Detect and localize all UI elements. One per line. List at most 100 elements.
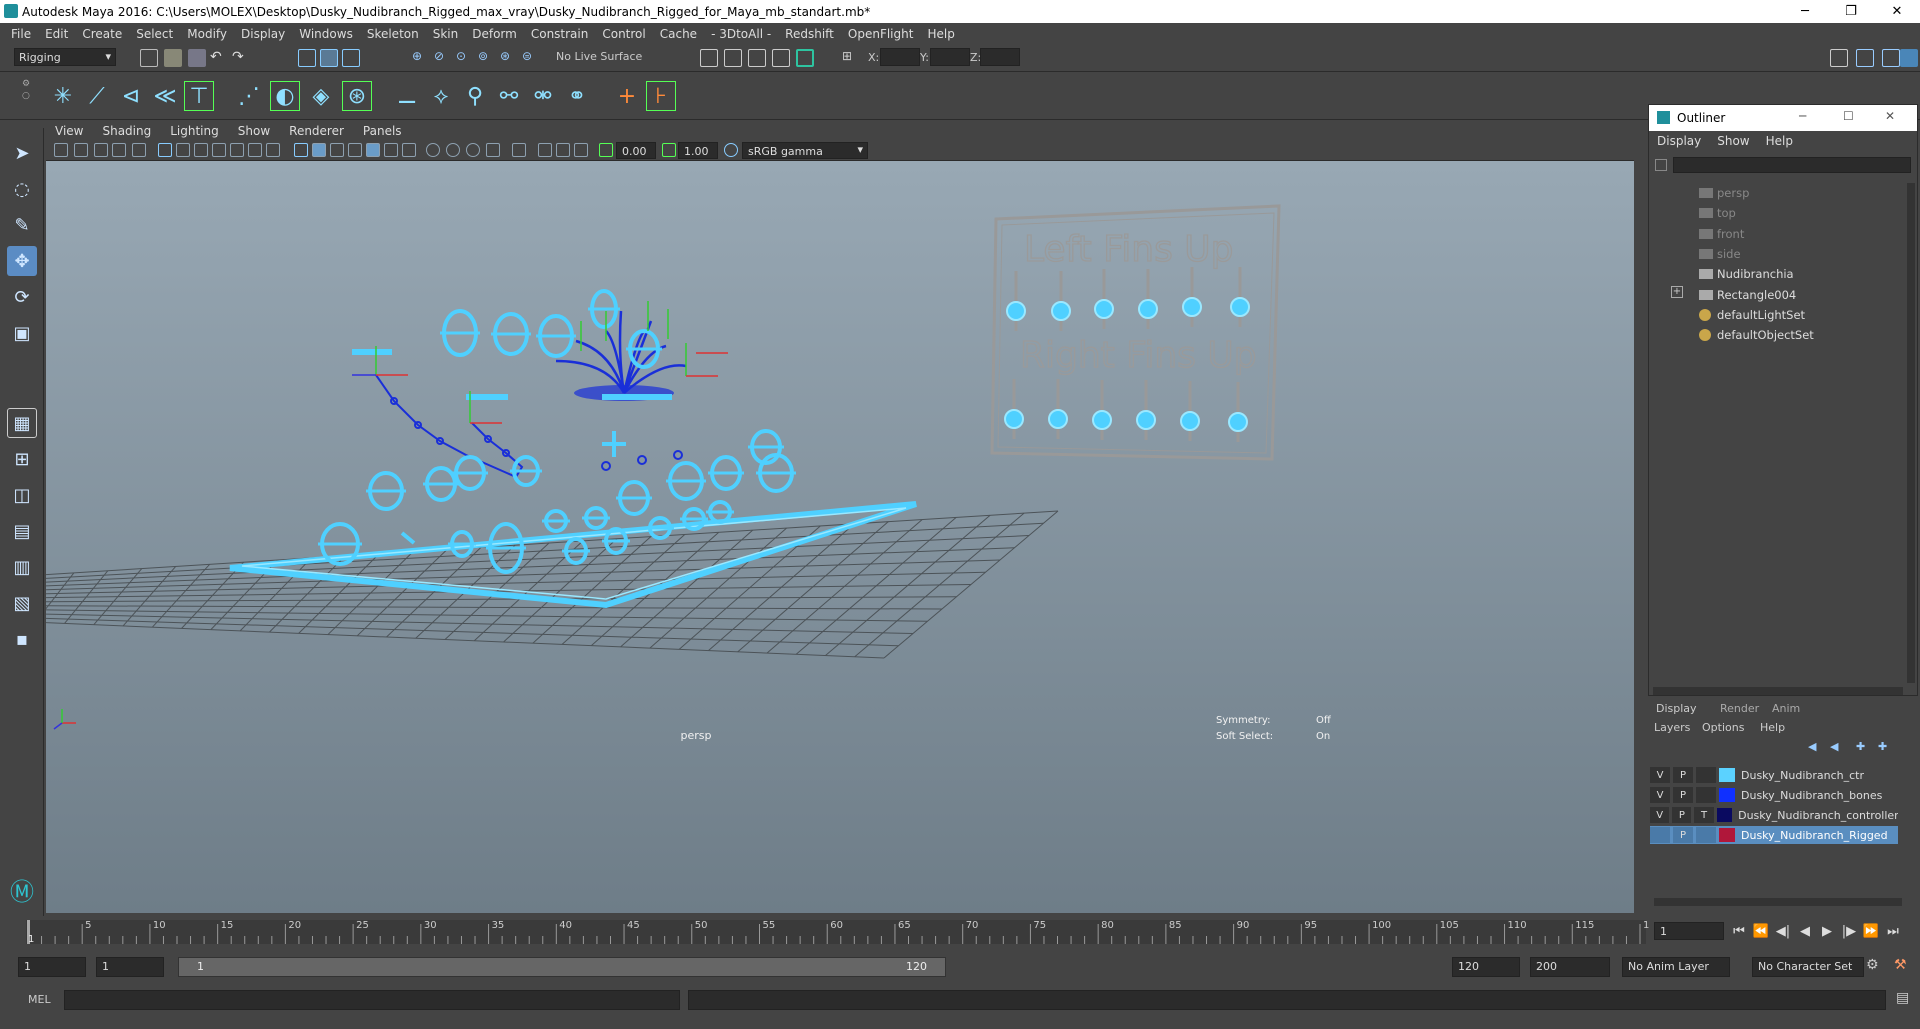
outliner-menu-show[interactable]: Show [1717, 134, 1765, 148]
motion-blur-icon[interactable] [446, 143, 460, 157]
outliner-close-button[interactable]: ✕ [1885, 109, 1895, 123]
outliner-search-input[interactable] [1673, 157, 1911, 173]
render-current-icon[interactable] [724, 49, 742, 67]
menu-skeleton[interactable]: Skeleton [362, 27, 428, 41]
layer-visibility-toggle[interactable] [1650, 827, 1670, 843]
outliner-maximize-button[interactable]: ☐ [1843, 109, 1854, 123]
transform-input-icon[interactable]: ⊞ [842, 49, 860, 67]
auto-key-icon[interactable]: ⚙ [1866, 957, 1879, 973]
shadows-icon[interactable] [402, 143, 416, 157]
render-view-icon[interactable] [700, 49, 718, 67]
snap-grid-icon[interactable]: ⊕ [412, 49, 430, 67]
script-editor-icon[interactable]: ▤ [1896, 990, 1909, 1006]
menu-deform[interactable]: Deform [467, 27, 526, 41]
layer-template-toggle[interactable] [1696, 767, 1716, 783]
wireframe-on-shaded-icon[interactable] [330, 143, 344, 157]
layer-visibility-toggle[interactable]: V [1650, 807, 1670, 823]
select-hierarchy-icon[interactable] [298, 49, 316, 67]
mel-label[interactable]: MEL [28, 993, 51, 1006]
wireframe-icon[interactable] [294, 143, 308, 157]
outliner-item-defaultobjectset[interactable]: defaultObjectSet [1649, 325, 1905, 345]
snap-view-icon[interactable]: ⊚ [478, 49, 496, 67]
safe-action-icon[interactable] [248, 143, 262, 157]
menu-redshift[interactable]: Redshift [780, 27, 843, 41]
vp-menu-show[interactable]: Show [229, 124, 280, 138]
persp-hypershade-icon[interactable]: ▧ [7, 588, 37, 618]
menu-openflight[interactable]: OpenFlight [843, 27, 923, 41]
gamma-field[interactable]: 1.00 [678, 142, 718, 159]
four-view-icon[interactable]: ⊞ [7, 444, 37, 474]
textured-icon[interactable] [348, 143, 362, 157]
orient-constraint-icon[interactable]: ⚯ [494, 81, 524, 111]
image-plane-icon[interactable] [112, 143, 126, 157]
vp-menu-shading[interactable]: Shading [93, 124, 161, 138]
scale-tool-icon[interactable]: ▣ [7, 318, 37, 348]
menu-3dtoall[interactable]: - 3DtoAll - [706, 27, 780, 41]
mirror-joint-icon[interactable]: ⊲ [116, 81, 146, 111]
layer-visibility-toggle[interactable]: V [1650, 787, 1670, 803]
create-joints-icon[interactable]: ✳ [48, 81, 78, 111]
outliner-menu-display[interactable]: Display [1657, 134, 1717, 148]
blend-shape-icon[interactable]: ⊛ [342, 81, 372, 111]
menu-constrain[interactable]: Constrain [526, 27, 598, 41]
layer-color-swatch[interactable] [1719, 788, 1735, 802]
xray-joints-icon[interactable] [538, 143, 552, 157]
persp-graph-icon[interactable]: ▤ [7, 516, 37, 546]
undo-icon[interactable]: ↶ [210, 49, 228, 67]
x-field[interactable] [880, 48, 920, 66]
play-backwards-icon[interactable]: ◀ [1796, 920, 1814, 942]
render-settings-icon[interactable] [772, 49, 790, 67]
move-tool-icon[interactable]: ✥ [7, 246, 37, 276]
hypershade-icon[interactable] [796, 49, 814, 67]
persp-outliner-icon[interactable]: ▥ [7, 552, 37, 582]
layer-template-toggle[interactable] [1696, 787, 1716, 803]
outliner-item-top[interactable]: top [1649, 203, 1905, 223]
color-management-icon[interactable] [724, 143, 738, 157]
go-to-end-icon[interactable]: ⏭ [1884, 920, 1902, 942]
safe-title-icon[interactable] [266, 143, 280, 157]
resolution-gate-icon[interactable] [194, 143, 208, 157]
color-space-dropdown[interactable]: sRGB gamma ▾ [742, 142, 868, 159]
lattice-icon[interactable]: ◐ [270, 81, 300, 111]
perspective-viewport[interactable]: Left Fins Up Right Fins Up persp Symmetr… [46, 161, 1634, 913]
isolate-select-icon[interactable] [512, 143, 526, 157]
menu-create[interactable]: Create [77, 27, 131, 41]
new-layer-selected-icon[interactable]: ✚ [1878, 740, 1887, 753]
snap-point-icon[interactable]: ⊙ [456, 49, 474, 67]
channel-box-icon[interactable] [1900, 49, 1918, 67]
gamma-icon[interactable] [662, 143, 676, 157]
select-tool-icon[interactable]: ➤ [7, 138, 37, 168]
layer-playback-toggle[interactable]: P [1672, 807, 1692, 823]
ipr-render-icon[interactable] [748, 49, 766, 67]
menu-help[interactable]: Help [922, 27, 963, 41]
z-field[interactable] [980, 48, 1020, 66]
animation-end-field[interactable]: 200 [1530, 957, 1610, 977]
layers-tab-display[interactable]: Display [1656, 702, 1697, 715]
layer-visibility-toggle[interactable]: V [1650, 767, 1670, 783]
animation-start-field[interactable]: 1 [18, 957, 86, 977]
bind-skin-icon[interactable]: ⚊ [392, 81, 422, 111]
grease-pencil-icon[interactable] [132, 143, 146, 157]
modeling-toolkit-icon[interactable] [1830, 49, 1848, 67]
layer-color-swatch[interactable] [1716, 808, 1733, 822]
grid-toggle-icon[interactable] [158, 143, 172, 157]
outliner-menu-help[interactable]: Help [1766, 134, 1809, 148]
current-frame-field[interactable]: 1 [1654, 922, 1724, 940]
cluster-icon[interactable]: ⋰ [234, 81, 264, 111]
tool-settings-icon[interactable] [1882, 49, 1900, 67]
anti-aliasing-icon[interactable] [466, 143, 480, 157]
vp-menu-view[interactable]: View [46, 124, 93, 138]
outliner-vscrollbar[interactable] [1907, 183, 1915, 683]
redo-icon[interactable]: ↷ [232, 49, 250, 67]
animation-preferences-icon[interactable]: ⚒ [1894, 957, 1907, 973]
pole-vector-icon[interactable]: ⚭ [562, 81, 592, 111]
minimize-button[interactable]: ─ [1782, 0, 1828, 23]
outliner-item-nudibranchia[interactable]: Nudibranchia [1649, 264, 1905, 284]
gate-mask-icon[interactable] [212, 143, 226, 157]
save-scene-icon[interactable] [188, 49, 206, 67]
menu-file[interactable]: File [6, 27, 40, 41]
expand-icon[interactable]: + [1671, 285, 1683, 298]
menu-control[interactable]: Control [597, 27, 654, 41]
layer-row[interactable]: V P Dusky_Nudibranch_bones [1650, 786, 1898, 804]
outliner-item-defaultlightset[interactable]: defaultLightSet [1649, 305, 1905, 325]
